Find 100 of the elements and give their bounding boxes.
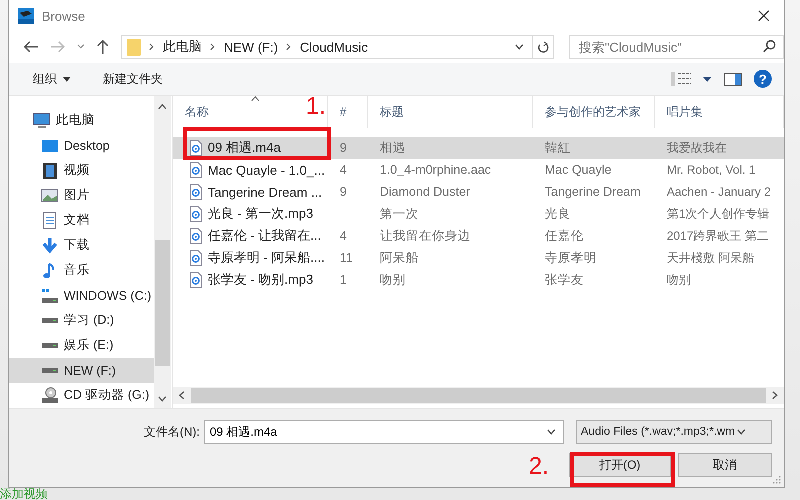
column-header[interactable]: 参与创作的艺术家 xyxy=(533,96,655,128)
artist-name: 任嘉伦 xyxy=(545,228,584,244)
chevron-left-icon[interactable] xyxy=(179,391,185,400)
file-name: 寺原孝明 - 阿呆船.... xyxy=(208,249,325,267)
song-title: 1.0_4-m0rphine.aac xyxy=(380,163,492,177)
close-icon[interactable] xyxy=(758,10,770,22)
audio-file-icon xyxy=(190,162,202,178)
column-header[interactable]: # xyxy=(328,96,368,128)
drive-icon xyxy=(41,288,59,303)
file-type-dropdown[interactable]: Audio Files (*.wav;*.mp3;*.wm xyxy=(576,420,772,444)
chevron-right-icon xyxy=(286,43,292,51)
breadcrumb[interactable]: 此电脑 xyxy=(163,38,202,56)
file-row[interactable]: Mac Quayle - 1.0_... 4 1.0_4-m0rphine.aac Mac Quayle Mr. Robot, Vol. 1 xyxy=(173,159,784,181)
artist-name: 张学友 xyxy=(545,272,584,288)
sidebar-item[interactable]: 娱乐 (E:) xyxy=(9,333,154,358)
chevron-down-icon[interactable] xyxy=(158,396,167,402)
chevron-right-icon xyxy=(210,43,216,51)
album-name: 我爱故我在 xyxy=(667,140,727,156)
artist-name: 韓紅 xyxy=(545,140,571,156)
artist-name: Tangerine Dream xyxy=(545,185,641,199)
file-row[interactable]: 任嘉伦 - 让我留在... 4 让我留在你身边 任嘉伦 2017跨界歌王 第二 xyxy=(173,225,784,247)
chevron-right-icon xyxy=(149,43,155,51)
breadcrumb[interactable]: CloudMusic xyxy=(300,40,368,54)
album-name: 2017跨界歌王 第二 xyxy=(667,228,770,244)
file-name: 任嘉伦 - 让我留在... xyxy=(208,227,322,245)
scroll-thumb[interactable] xyxy=(155,240,170,366)
caret-down-icon[interactable] xyxy=(515,44,524,50)
column-header[interactable]: 标题 xyxy=(368,96,533,128)
audio-file-icon xyxy=(190,250,202,266)
new-folder-button[interactable]: 新建文件夹 xyxy=(99,68,167,90)
back-arrow-icon[interactable] xyxy=(23,40,39,54)
cancel-button[interactable]: 取消 xyxy=(678,453,772,477)
song-title: 让我留在你身边 xyxy=(380,228,471,244)
file-row[interactable]: 寺原孝明 - 阿呆船.... 11 阿呆船 寺原孝明 天井棧敷 阿呆船 xyxy=(173,247,784,269)
caret-down-icon[interactable] xyxy=(547,429,556,435)
picture-icon xyxy=(41,186,59,204)
file-name: 张学友 - 吻别.mp3 xyxy=(208,271,314,289)
filename-field[interactable]: 09 相遇.m4a xyxy=(204,420,564,444)
step-number: 2. xyxy=(529,455,550,479)
breadcrumb[interactable]: NEW (F:) xyxy=(224,40,278,54)
track-number: 4 xyxy=(340,229,347,243)
song-title: 相遇 xyxy=(380,140,406,156)
album-name: Aachen - January 2 xyxy=(667,185,772,199)
organize-button[interactable]: 组织 xyxy=(29,68,75,90)
sidebar-item[interactable]: 图片 xyxy=(9,183,154,208)
audio-file-icon xyxy=(190,272,202,288)
filename-label: 文件名(N): xyxy=(144,424,200,440)
window-title: Browse xyxy=(42,8,86,24)
chevron-up-icon[interactable] xyxy=(158,104,167,110)
sidebar-item[interactable]: 音乐 xyxy=(9,258,154,283)
cd-drive-icon xyxy=(41,387,59,404)
album-name: 天井棧敷 阿呆船 xyxy=(667,250,754,266)
drive-icon xyxy=(41,318,59,324)
sidebar-item[interactable]: WINDOWS (C:) xyxy=(9,283,154,308)
file-row[interactable]: 光良 - 第一次.mp3 第一次 光良 第1次个人创作专辑 xyxy=(173,203,784,225)
column-header[interactable]: 唱片集 xyxy=(655,96,784,128)
sidebar-item[interactable]: NEW (F:) xyxy=(9,358,154,383)
track-number: 1 xyxy=(340,273,347,287)
sidebar-item[interactable]: 学习 (D:) xyxy=(9,308,154,333)
folder-icon xyxy=(127,38,141,56)
album-name: 吻别 xyxy=(667,272,691,288)
chevron-right-icon[interactable] xyxy=(772,391,778,400)
scrollbar[interactable] xyxy=(154,96,171,408)
song-title: 第一次 xyxy=(380,206,419,222)
preview-pane-icon[interactable] xyxy=(724,72,742,86)
file-row[interactable]: Tangerine Dream ... 9 Diamond Duster Tangerine Dream Aachen - January 2 xyxy=(173,181,784,203)
track-number: 9 xyxy=(340,185,347,199)
up-arrow-icon[interactable] xyxy=(96,39,110,55)
scroll-thumb[interactable] xyxy=(191,388,766,403)
artist-name: Mac Quayle xyxy=(545,163,612,177)
file-row[interactable]: 09 相遇.m4a 9 相遇 韓紅 我爱故我在 xyxy=(173,137,784,159)
artist-name: 光良 xyxy=(545,206,571,222)
album-name: 第1次个人创作专辑 xyxy=(667,206,770,222)
album-name: Mr. Robot, Vol. 1 xyxy=(667,163,756,177)
caret-down-icon[interactable] xyxy=(703,76,712,82)
file-row[interactable]: 张学友 - 吻别.mp3 1 吻别 张学友 吻别 xyxy=(173,269,784,291)
sort-caret-icon xyxy=(251,96,260,101)
audio-file-icon xyxy=(190,140,202,156)
down-arrow-icon xyxy=(41,236,59,254)
file-name: 光良 - 第一次.mp3 xyxy=(208,205,314,223)
document-icon xyxy=(41,212,59,230)
help-button[interactable]: ? xyxy=(754,70,772,88)
address-bar[interactable]: 此电脑 NEW (F:) CloudMusic xyxy=(121,35,554,59)
sidebar-item[interactable]: Desktop xyxy=(9,133,154,158)
caret-down-icon xyxy=(63,76,71,82)
sidebar-item[interactable]: 下载 xyxy=(9,233,154,258)
sidebar-item[interactable]: 此电脑 xyxy=(9,108,154,133)
background-text: 添加视频 xyxy=(0,488,48,500)
sidebar-item[interactable]: CD 驱动器 (G:) xyxy=(9,383,154,408)
file-name: 09 相遇.m4a xyxy=(208,139,281,157)
sidebar-item[interactable]: 文档 xyxy=(9,208,154,233)
search-icon[interactable] xyxy=(763,40,776,53)
search-field[interactable]: 搜索"CloudMusic" xyxy=(569,35,784,59)
track-number: 4 xyxy=(340,163,347,177)
step-number: 1. xyxy=(306,95,326,119)
sidebar-item[interactable]: 视频 xyxy=(9,158,154,183)
view-options-icon[interactable] xyxy=(671,72,691,86)
artist-name: 寺原孝明 xyxy=(545,250,597,266)
refresh-icon[interactable] xyxy=(537,40,549,54)
scrollbar[interactable] xyxy=(173,387,784,404)
